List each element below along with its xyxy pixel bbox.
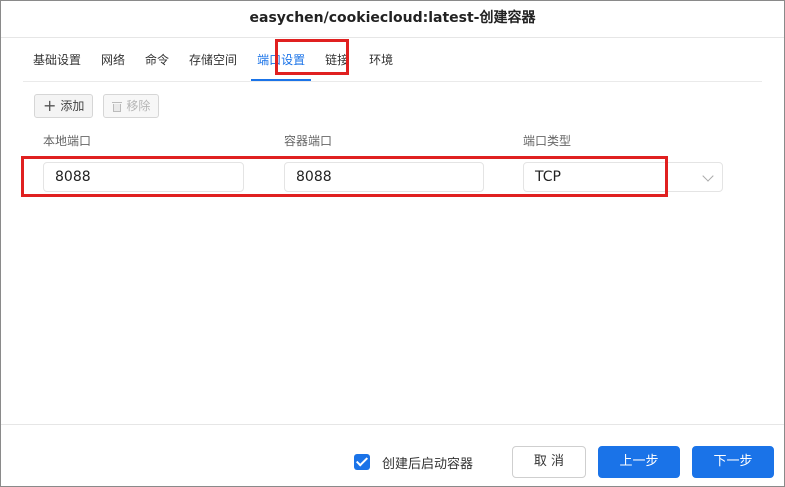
local-port-input[interactable]: 8088 — [43, 162, 244, 192]
container-port-input[interactable]: 8088 — [284, 162, 484, 192]
remove-port-label: 移除 — [126, 99, 151, 113]
dialog-title: easychen/cookiecloud:latest-创建容器 — [1, 1, 784, 38]
tab-storage[interactable]: 存储空间 — [179, 41, 247, 81]
previous-step-button[interactable]: 上一步 — [598, 446, 680, 478]
chevron-down-icon — [702, 170, 714, 182]
tab-command[interactable]: 命令 — [135, 41, 179, 81]
remove-port-button[interactable]: 移除 — [103, 94, 160, 118]
cancel-button[interactable]: 取 消 — [512, 446, 586, 478]
port-toolbar: + 添加 移除 — [34, 94, 160, 118]
tab-basic-settings[interactable]: 基础设置 — [23, 41, 91, 81]
plus-icon: + — [43, 96, 57, 115]
tab-environment[interactable]: 环境 — [359, 41, 403, 81]
column-header-local-port: 本地端口 — [43, 134, 92, 148]
add-port-label: 添加 — [60, 99, 85, 113]
start-after-create-checkbox[interactable] — [354, 454, 370, 470]
tab-divider — [23, 81, 762, 82]
column-header-container-port: 容器端口 — [284, 134, 333, 148]
tab-network[interactable]: 网络 — [91, 41, 135, 81]
start-after-create-label: 创建后启动容器 — [382, 457, 474, 472]
create-container-dialog: easychen/cookiecloud:latest-创建容器 基础设置 网络… — [0, 0, 785, 487]
column-header-port-type: 端口类型 — [523, 134, 572, 148]
tab-port-settings[interactable]: 端口设置 — [247, 41, 315, 81]
tab-links[interactable]: 链接 — [315, 41, 359, 81]
trash-icon — [112, 101, 123, 112]
port-type-select[interactable]: TCP — [523, 162, 723, 192]
footer-divider — [1, 424, 784, 425]
add-port-button[interactable]: + 添加 — [34, 94, 94, 118]
port-type-value: TCP — [535, 169, 561, 185]
next-step-button[interactable]: 下一步 — [692, 446, 774, 478]
tab-bar: 基础设置 网络 命令 存储空间 端口设置 链接 环境 — [23, 41, 403, 81]
